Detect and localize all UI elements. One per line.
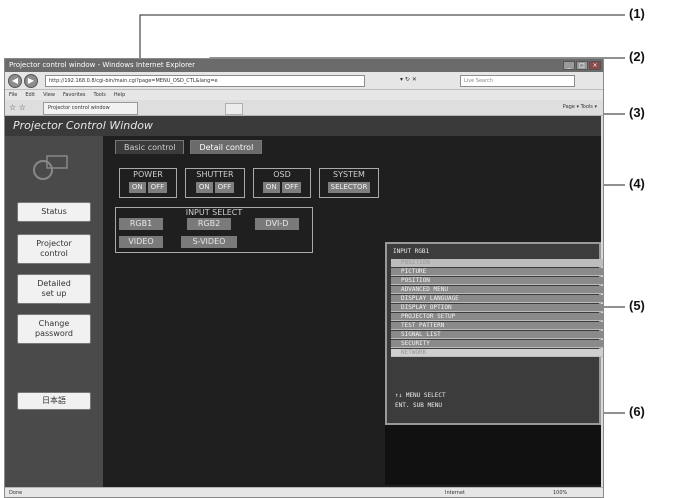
browser-window: Projector control window - Windows Inter… xyxy=(4,58,604,498)
url-field[interactable]: http://192.168.0.8/cgi-bin/main.cgi?page… xyxy=(45,75,365,87)
power-label: POWER xyxy=(133,170,163,179)
osd-hint-submenu: ENT. SUB MENU xyxy=(395,402,442,409)
osd-menu-item[interactable]: POSITION xyxy=(391,277,603,285)
system-label: SYSTEM xyxy=(333,170,365,179)
power-off-button[interactable]: OFF xyxy=(147,182,168,193)
system-selector-button[interactable]: SELECTOR xyxy=(327,182,371,193)
input-dvid-button[interactable]: DVI-D xyxy=(255,218,299,230)
status-bar: Done Internet 100% xyxy=(5,487,603,497)
osd-label: OSD xyxy=(273,170,291,179)
menu-favorites[interactable]: Favorites xyxy=(63,90,86,100)
status-text: Done xyxy=(9,490,23,496)
back-icon[interactable]: ◀ xyxy=(8,74,22,88)
osd-menu-item[interactable]: SIGNAL LIST xyxy=(391,331,603,339)
shutter-on-button[interactable]: ON xyxy=(195,182,213,193)
tab-detail-control[interactable]: Detail control xyxy=(190,140,263,154)
control-panel: Basic control Detail control POWER ON OF… xyxy=(103,136,603,496)
menu-file[interactable]: File xyxy=(9,90,17,100)
zoom-level[interactable]: 100% xyxy=(553,488,567,497)
callout-4: (4) xyxy=(629,176,645,191)
menu-tools[interactable]: Tools xyxy=(94,90,106,100)
callout-6: (6) xyxy=(629,404,645,419)
minimize-button[interactable]: _ xyxy=(563,61,575,70)
osd-menu-item[interactable]: DISPLAY LANGUAGE xyxy=(391,295,603,303)
input-rgb1-button[interactable]: RGB1 xyxy=(119,218,163,230)
osd-menu-item[interactable]: PICTURE xyxy=(391,268,603,276)
osd-on-button[interactable]: ON xyxy=(262,182,280,193)
menu-view[interactable]: View xyxy=(43,90,55,100)
osd-off-button[interactable]: OFF xyxy=(281,182,302,193)
osd-menu-item[interactable]: PROJECTOR SETUP xyxy=(391,313,603,321)
tab-bar: ☆ ☆ Projector control window Page ▾ Tool… xyxy=(5,100,603,116)
osd-menu-item[interactable]: TEST PATTERN xyxy=(391,322,603,330)
tab-basic-control[interactable]: Basic control xyxy=(115,140,185,154)
search-input[interactable]: Live Search xyxy=(460,75,575,87)
osd-screen-background xyxy=(385,425,601,485)
input-rgb2-button[interactable]: RGB2 xyxy=(187,218,231,230)
sidebar-projector-control-button[interactable]: Projector control xyxy=(17,234,91,264)
shutter-off-button[interactable]: OFF xyxy=(214,182,235,193)
osd-menu-item[interactable]: NETWORK xyxy=(391,349,603,357)
sidebar-change-password-button[interactable]: Change password xyxy=(17,314,91,344)
sidebar-detailed-setup-button[interactable]: Detailed set up xyxy=(17,274,91,304)
callout-5: (5) xyxy=(629,298,645,313)
control-tabs: Basic control Detail control xyxy=(115,140,263,154)
osd-menu-item[interactable]: SECURITY xyxy=(391,340,603,348)
shutter-group: SHUTTER ON OFF xyxy=(185,168,245,198)
menu-edit[interactable]: Edit xyxy=(25,90,35,100)
osd-group: OSD ON OFF xyxy=(253,168,311,198)
forward-icon[interactable]: ▶ xyxy=(24,74,38,88)
power-group: POWER ON OFF xyxy=(119,168,177,198)
zone-internet: Internet xyxy=(445,490,465,496)
menu-bar: File Edit View Favorites Tools Help xyxy=(5,90,603,100)
system-group: SYSTEM SELECTOR xyxy=(319,168,379,198)
refresh-stop-icons[interactable]: ▾ ↻ ✕ xyxy=(400,76,417,83)
callout-1: (1) xyxy=(629,6,645,21)
input-select-label: INPUT SELECT xyxy=(185,208,243,217)
page-title: Projector Control Window xyxy=(5,116,601,136)
web-page: Projector Control Window Status Projecto… xyxy=(5,116,603,496)
osd-screen: INPUT RGB1 POSITION PICTURE POSITION ADV… xyxy=(385,242,603,425)
power-on-button[interactable]: ON xyxy=(128,182,146,193)
projector-logo-icon xyxy=(33,155,68,180)
osd-menu-item[interactable]: DISPLAY OPTION xyxy=(391,304,603,312)
sidebar-status-button[interactable]: Status xyxy=(17,202,91,222)
input-svideo-button[interactable]: S-VIDEO xyxy=(181,236,237,248)
new-tab-button[interactable] xyxy=(225,103,243,115)
osd-menu-item[interactable]: POSITION xyxy=(391,259,603,267)
favorites-star-icon[interactable]: ☆ ☆ xyxy=(9,103,26,112)
browser-tab[interactable]: Projector control window xyxy=(43,102,138,115)
window-title: Projector control window - Windows Inter… xyxy=(9,61,195,69)
callout-3: (3) xyxy=(629,105,645,120)
shutter-label: SHUTTER xyxy=(196,170,234,179)
window-titlebar: Projector control window - Windows Inter… xyxy=(5,59,603,72)
sidebar: Status Projector control Detailed set up… xyxy=(5,136,103,487)
osd-screen-title: INPUT RGB1 xyxy=(393,248,430,255)
input-video-button[interactable]: VIDEO xyxy=(119,236,163,248)
callout-2: (2) xyxy=(629,49,645,64)
maximize-button[interactable]: □ xyxy=(576,61,588,70)
osd-hint-select: ↑↓ MENU SELECT xyxy=(395,392,446,399)
address-bar: ◀ ▶ http://192.168.0.8/cgi-bin/main.cgi?… xyxy=(5,72,603,90)
close-button[interactable]: × xyxy=(589,61,601,70)
menu-help[interactable]: Help xyxy=(114,90,125,100)
osd-menu-item[interactable]: ADVANCED MENU xyxy=(391,286,603,294)
tab-tools[interactable]: Page ▾ Tools ▾ xyxy=(563,104,597,110)
sidebar-language-button[interactable]: 日本語 xyxy=(17,392,91,410)
